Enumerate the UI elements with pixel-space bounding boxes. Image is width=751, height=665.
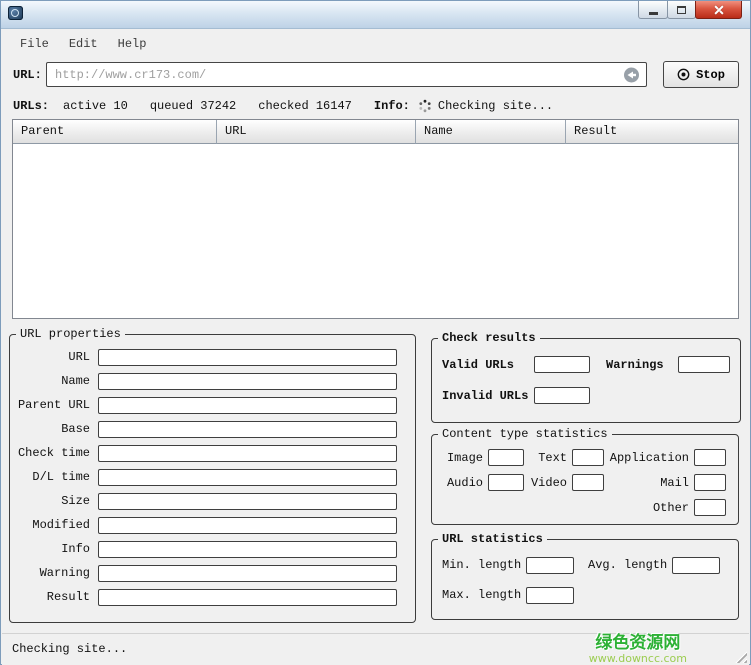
application-label: Application [608,451,694,465]
other-count[interactable] [694,499,726,516]
field-label-size: Size [10,494,98,508]
warnings-label: Warnings [606,358,678,372]
field-label-parent-url: Parent URL [10,398,98,412]
max-length-value[interactable] [526,587,574,604]
info-label: Info: [374,99,410,113]
status-line: URLs: active 10 queued 37242 checked 161… [13,98,740,114]
column-header-url[interactable]: URL [217,120,416,144]
check-results-group: Check results Valid URLs Warnings Invali… [431,331,741,423]
audio-label: Audio [440,476,488,490]
min-length-label: Min. length [442,558,526,572]
window-controls [639,1,742,19]
column-header-name[interactable]: Name [416,120,566,144]
queued-count: queued 37242 [150,99,236,113]
url-statistics-title: URL statistics [438,532,547,546]
app-icon[interactable] [8,6,23,20]
field-label-warning: Warning [10,566,98,580]
watermark: 绿色资源网 www.downcc.com [589,634,687,665]
audio-count[interactable] [488,474,524,491]
valid-urls-value[interactable] [534,356,590,373]
menu-help[interactable]: Help [108,33,157,55]
other-label: Other [608,501,694,515]
stop-button[interactable]: Stop [663,61,739,88]
field-info[interactable] [98,541,397,558]
mail-count[interactable] [694,474,726,491]
menu-edit[interactable]: Edit [59,33,108,55]
avg-length-label: Avg. length [588,558,672,572]
warnings-value[interactable] [678,356,730,373]
results-table: Parent URL Name Result [12,119,739,319]
minimize-button[interactable] [638,1,668,19]
watermark-site-url: www.downcc.com [589,653,687,665]
text-label: Text [528,451,572,465]
title-bar[interactable] [1,1,750,29]
url-input[interactable] [46,62,647,87]
field-label-check-time: Check time [10,446,98,460]
url-statistics-group: URL statistics Min. length Avg. length M… [431,532,739,620]
stop-button-label: Stop [696,68,725,82]
field-size[interactable] [98,493,397,510]
application-count[interactable] [694,449,726,466]
application-window: File Edit Help URL: Stop URLs: active 10… [0,0,751,665]
text-count[interactable] [572,449,604,466]
avg-length-value[interactable] [672,557,720,574]
record-icon [677,68,690,81]
column-header-parent[interactable]: Parent [13,120,217,144]
min-length-value[interactable] [526,557,574,574]
spinner-icon [418,99,432,113]
table-header: Parent URL Name Result [13,120,738,144]
menu-file[interactable]: File [10,33,59,55]
field-label-base: Base [10,422,98,436]
video-count[interactable] [572,474,604,491]
image-count[interactable] [488,449,524,466]
watermark-site-name: 绿色资源网 [589,634,687,653]
urls-label: URLs: [13,99,49,113]
field-url[interactable] [98,349,397,366]
url-properties-title: URL properties [16,327,125,341]
maximize-icon [677,6,686,14]
status-bar-text: Checking site... [12,642,127,656]
field-parent-url[interactable] [98,397,397,414]
invalid-urls-value[interactable] [534,387,590,404]
column-header-result[interactable]: Result [566,120,738,144]
clear-url-icon[interactable] [623,67,640,83]
check-results-title: Check results [438,331,540,345]
maximize-button[interactable] [667,1,696,19]
video-label: Video [528,476,572,490]
field-label-result: Result [10,590,98,604]
image-label: Image [440,451,488,465]
mail-label: Mail [608,476,694,490]
field-name[interactable] [98,373,397,390]
field-base[interactable] [98,421,397,438]
field-label-dl-time: D/L time [10,470,98,484]
max-length-label: Max. length [442,588,526,602]
field-label-modified: Modified [10,518,98,532]
minimize-icon [649,12,658,15]
close-button[interactable] [695,1,742,19]
status-bar: Checking site... 绿色资源网 www.downcc.com [2,633,749,665]
resize-grip[interactable] [734,650,747,663]
field-dl-time[interactable] [98,469,397,486]
field-label-info: Info [10,542,98,556]
field-result[interactable] [98,589,397,606]
info-text: Checking site... [438,99,553,113]
url-label: URL: [13,68,42,82]
checked-count: checked 16147 [258,99,352,113]
field-warning[interactable] [98,565,397,582]
field-label-name: Name [10,374,98,388]
content-type-statistics-group: Content type statistics Image Text Appli… [431,427,739,525]
field-modified[interactable] [98,517,397,534]
invalid-urls-label: Invalid URLs [442,389,534,403]
menu-bar: File Edit Help [2,30,749,57]
field-label-url: URL [10,350,98,364]
valid-urls-label: Valid URLs [442,358,534,372]
field-check-time[interactable] [98,445,397,462]
url-properties-group: URL properties URL Name Parent URL Base … [9,327,416,623]
active-count: active 10 [63,99,128,113]
table-body [13,144,738,318]
content-type-statistics-title: Content type statistics [438,427,612,441]
